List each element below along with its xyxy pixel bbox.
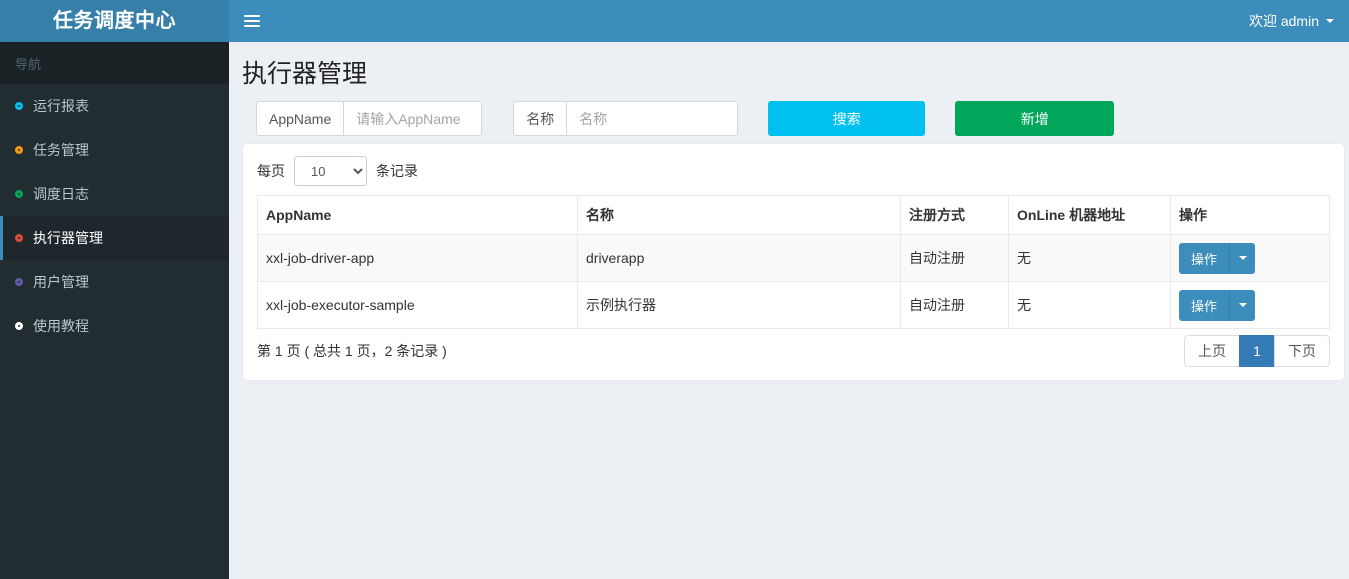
cell-online: 无: [1008, 234, 1171, 282]
welcome-text: 欢迎 admin: [1248, 13, 1319, 29]
sidebar: 导航 运行报表 任务管理 调度日志 执行器管理 用户管理 使用教程: [0, 42, 229, 579]
table-header-row: AppName 名称 注册方式 OnLine 机器地址 操作: [257, 195, 1330, 235]
sidebar-item-job-manage[interactable]: 任务管理: [0, 128, 229, 172]
caret-segment[interactable]: [1229, 289, 1255, 321]
hamburger-icon: [244, 20, 260, 22]
cell-appname: xxl-job-executor-sample: [257, 281, 578, 329]
cell-registry: 自动注册: [900, 234, 1009, 282]
cell-online: 无: [1008, 281, 1171, 329]
sidebar-item-label: 用户管理: [33, 274, 89, 290]
cell-action: 操作: [1170, 281, 1330, 329]
caret-down-icon: [1238, 303, 1247, 307]
top-navbar: 任务调度中心 欢迎 admin: [0, 0, 1349, 42]
page-size-prefix: 每页: [257, 163, 285, 179]
caret-down-icon: [1238, 256, 1247, 260]
hamburger-icon: [244, 25, 260, 27]
sidebar-item-label: 调度日志: [33, 186, 89, 202]
sidebar-item-run-report[interactable]: 运行报表: [0, 84, 229, 128]
executor-list-panel: 每页 10 条记录 AppName 名称 注册方式 OnLine 机器地址 操作…: [242, 143, 1345, 381]
column-header-name: 名称: [577, 195, 901, 235]
pagination: 上页 1 下页: [1184, 335, 1330, 367]
executor-table: AppName 名称 注册方式 OnLine 机器地址 操作 xxl-job-d…: [257, 195, 1330, 329]
app-logo[interactable]: 任务调度中心: [0, 0, 229, 42]
sidebar-item-label: 使用教程: [33, 318, 89, 334]
cell-name: 示例执行器: [577, 281, 901, 329]
circle-o-icon: [15, 190, 23, 198]
sidebar-item-label: 执行器管理: [33, 230, 103, 246]
cell-name: driverapp: [577, 234, 901, 282]
column-header-registry: 注册方式: [900, 195, 1009, 235]
appname-input[interactable]: [343, 101, 483, 136]
cell-registry: 自动注册: [900, 281, 1009, 329]
table-row: xxl-job-driver-app driverapp 自动注册 无 操作: [257, 234, 1330, 282]
content-area: 执行器管理 AppName 名称 搜索 新增 每页 10 条记录: [229, 42, 1349, 579]
name-input[interactable]: [566, 101, 739, 136]
sidebar-item-executor-manage[interactable]: 执行器管理: [0, 216, 229, 260]
sidebar-item-job-log[interactable]: 调度日志: [0, 172, 229, 216]
table-row: xxl-job-executor-sample 示例执行器 自动注册 无 操作: [257, 281, 1330, 329]
add-button[interactable]: 新增: [955, 101, 1115, 136]
page-size-row: 每页 10 条记录: [257, 156, 1330, 186]
user-menu[interactable]: 欢迎 admin: [1234, 0, 1349, 42]
row-action-dropdown-button[interactable]: 操作: [1179, 289, 1256, 321]
sidebar-toggle-button[interactable]: [229, 0, 275, 42]
circle-o-icon: [15, 102, 23, 110]
action-button-label: 操作: [1191, 298, 1218, 314]
sidebar-item-label: 任务管理: [33, 142, 89, 158]
caret-segment[interactable]: [1229, 242, 1255, 274]
sidebar-item-user-manage[interactable]: 用户管理: [0, 260, 229, 304]
cell-appname: xxl-job-driver-app: [257, 234, 578, 282]
column-header-action: 操作: [1170, 195, 1330, 235]
filter-row: AppName 名称 搜索 新增: [256, 101, 1345, 136]
sidebar-section-label: 导航: [0, 42, 229, 84]
appname-filter-group: AppName: [256, 101, 483, 136]
pagination-summary: 第 1 页 ( 总共 1 页，2 条记录 ): [257, 343, 447, 359]
page-size-suffix: 条记录: [376, 163, 418, 179]
column-header-online: OnLine 机器地址: [1008, 195, 1171, 235]
cell-action: 操作: [1170, 234, 1330, 282]
circle-o-icon: [15, 146, 23, 154]
circle-o-icon: [15, 278, 23, 286]
caret-down-icon: [1326, 19, 1334, 23]
table-footer: 第 1 页 ( 总共 1 页，2 条记录 ) 上页 1 下页: [257, 335, 1330, 367]
circle-o-icon: [15, 322, 23, 330]
sidebar-menu: 运行报表 任务管理 调度日志 执行器管理 用户管理 使用教程: [0, 84, 229, 348]
prev-page-button[interactable]: 上页: [1184, 335, 1240, 367]
action-button-label: 操作: [1191, 251, 1218, 267]
search-button[interactable]: 搜索: [768, 101, 926, 136]
current-page-button[interactable]: 1: [1239, 335, 1275, 367]
navbar-main: 欢迎 admin: [229, 0, 1349, 42]
appname-label: AppName: [256, 101, 345, 136]
row-action-dropdown-button[interactable]: 操作: [1179, 242, 1256, 274]
circle-o-icon: [15, 234, 23, 242]
page-size-select[interactable]: 10: [294, 156, 367, 186]
hamburger-icon: [244, 15, 260, 17]
sidebar-item-help[interactable]: 使用教程: [0, 304, 229, 348]
column-header-appname: AppName: [257, 195, 578, 235]
name-label: 名称: [513, 101, 568, 136]
page-title: 执行器管理: [242, 60, 368, 88]
sidebar-item-label: 运行报表: [33, 98, 89, 114]
name-filter-group: 名称: [513, 101, 739, 136]
next-page-button[interactable]: 下页: [1274, 335, 1330, 367]
